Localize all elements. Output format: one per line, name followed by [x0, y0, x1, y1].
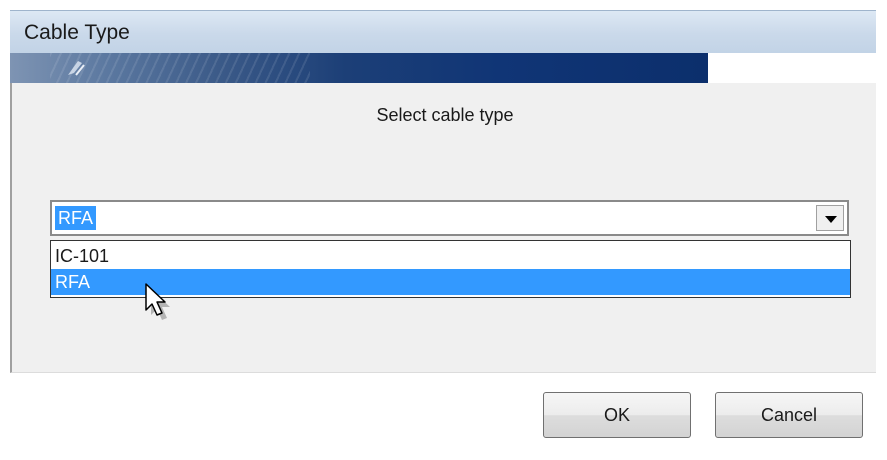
cable-type-select[interactable]: RFA: [50, 200, 849, 236]
logo-icon: [68, 61, 85, 76]
chevron-down-icon[interactable]: [816, 205, 844, 231]
prompt-label: Select cable type: [376, 105, 514, 125]
ok-button[interactable]: OK: [543, 392, 691, 438]
window-title: Cable Type: [24, 21, 130, 44]
mouse-pointer-icon: [145, 283, 170, 320]
cable-type-dialog: Cable Type Select cable type RFA IC-101 …: [0, 0, 887, 460]
selected-value: RFA: [55, 206, 97, 230]
dropdown-option-ic-101[interactable]: IC-101: [51, 243, 850, 269]
banner-graphic: [10, 53, 708, 83]
title-bar[interactable]: Cable Type: [10, 10, 876, 53]
cancel-button[interactable]: Cancel: [715, 392, 863, 438]
header-banner: [10, 53, 876, 83]
